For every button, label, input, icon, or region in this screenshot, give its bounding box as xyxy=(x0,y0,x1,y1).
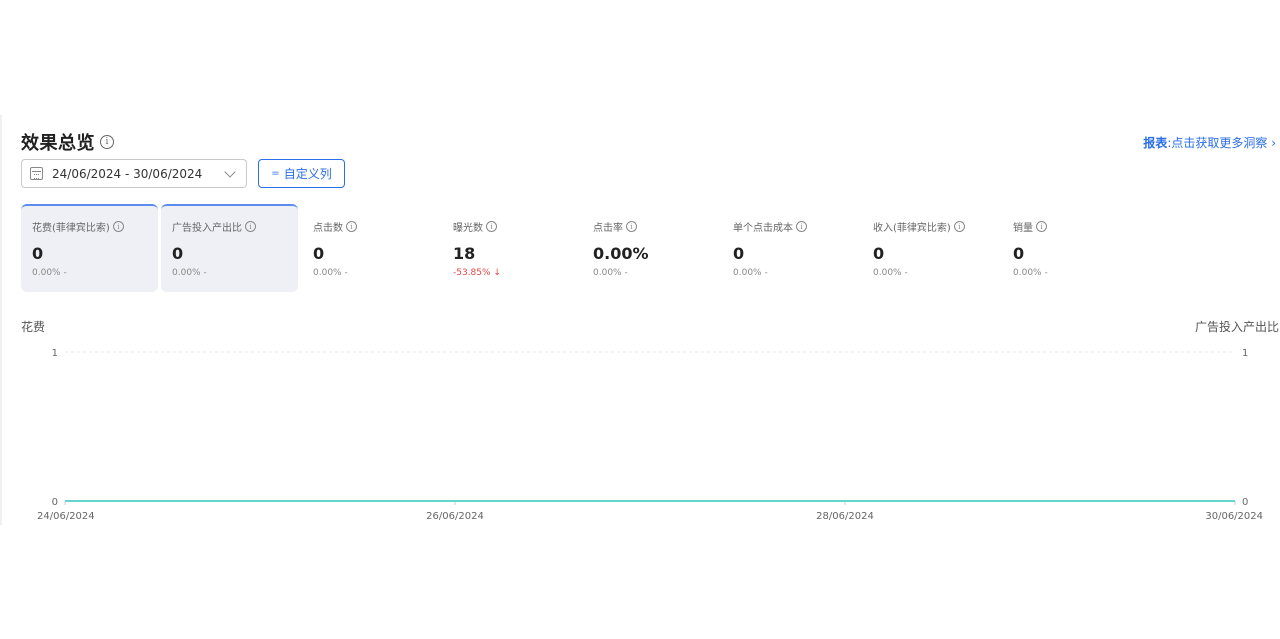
metric-card[interactable]: 点击率 i 0.00% 0.00% - xyxy=(582,204,719,292)
date-range-text: 24/06/2024 - 30/06/2024 xyxy=(52,166,203,181)
metric-card[interactable]: 广告投入产出比 i 0 0.00% - xyxy=(161,204,298,292)
report-link-text: :点击获取更多洞察 xyxy=(1167,136,1268,150)
metric-card[interactable]: 单个点击成本 i 0 0.00% - xyxy=(722,204,859,292)
y-right-tick-label: 0 xyxy=(1242,497,1248,508)
metric-value: 18 xyxy=(453,244,476,263)
metric-card[interactable]: 收入(菲律宾比索) i 0 0.00% - xyxy=(862,204,999,292)
metric-value: 0 xyxy=(32,244,44,263)
title-row: 效果总览 i xyxy=(21,129,114,155)
trend-chart: 花费 广告投入产出比 0 1 0 1 24/06/2024 26/06/2024 28/06/2… xyxy=(21,319,1279,522)
metric-value: 0.00% xyxy=(593,244,649,263)
info-icon[interactable]: i xyxy=(953,221,965,232)
metric-value: 0 xyxy=(1013,244,1025,263)
metric-card[interactable]: 点击数 i 0 0.00% - xyxy=(302,204,439,292)
date-range-picker[interactable]: 24/06/2024 - 30/06/2024 xyxy=(21,159,247,188)
metric-value: 0 xyxy=(172,244,184,263)
metric-label: 曝光数 i xyxy=(453,219,579,234)
info-icon[interactable]: i xyxy=(1036,221,1047,232)
info-icon[interactable]: i xyxy=(796,221,807,232)
metric-label: 花费(菲律宾比索) i xyxy=(32,219,158,234)
custom-columns-label: 自定义列 xyxy=(283,167,332,181)
custom-columns-button[interactable]: = 自定义列 xyxy=(258,159,345,188)
metric-change: 0.00% - xyxy=(873,268,908,278)
metric-value: 0 xyxy=(873,244,885,263)
list-icon: = xyxy=(271,168,280,179)
metric-value: 0 xyxy=(733,244,745,263)
metric-change: 0.00% - xyxy=(172,268,207,278)
left-axis-label: 花费 xyxy=(21,319,45,334)
metric-label: 点击数 i xyxy=(313,219,439,234)
metric-value: 0 xyxy=(313,244,325,263)
x-tick-label: 26/06/2024 xyxy=(426,511,484,522)
metric-label: 收入(菲律宾比索) i xyxy=(873,219,999,234)
metric-change: 0.00% - xyxy=(593,268,628,278)
y-right-tick-label: 1 xyxy=(1242,348,1248,359)
performance-overview-panel: 效果总览 i 报表:点击获取更多洞察 › 24/06/2024 - 30/06/… xyxy=(0,115,1280,525)
info-icon[interactable]: i xyxy=(100,135,114,149)
info-icon[interactable]: i xyxy=(486,221,497,232)
info-icon[interactable]: i xyxy=(346,221,357,232)
right-axis-label: 广告投入产出比 xyxy=(1195,319,1279,334)
page-title: 效果总览 xyxy=(21,133,95,154)
x-tick-label: 24/06/2024 xyxy=(37,511,95,522)
info-icon[interactable]: i xyxy=(112,221,124,232)
metric-card[interactable]: 花费(菲律宾比索) i 0 0.00% - xyxy=(21,204,158,292)
metric-label: 点击率 i xyxy=(593,219,719,234)
metric-label: 销量 i xyxy=(1013,219,1139,234)
metric-change: 0.00% - xyxy=(32,268,67,278)
metric-change: 0.00% - xyxy=(733,268,768,278)
report-link-bold: 报表 xyxy=(1143,136,1168,150)
metric-label: 单个点击成本 i xyxy=(733,219,859,234)
metric-label: 广告投入产出比 i xyxy=(172,219,298,234)
chevron-right-icon: › xyxy=(1271,136,1276,150)
metric-change: 0.00% - xyxy=(1013,268,1048,278)
metric-card[interactable]: 销量 i 0 0.00% - xyxy=(1002,204,1139,292)
metric-change: 0.00% - xyxy=(313,268,348,278)
report-insights-link[interactable]: 报表:点击获取更多洞察 › xyxy=(1143,134,1276,151)
y-left-tick-label: 0 xyxy=(52,497,58,508)
info-icon[interactable]: i xyxy=(245,221,256,232)
metric-card[interactable]: 曝光数 i 18 -53.85% ↓ xyxy=(442,204,579,292)
calendar-icon xyxy=(30,167,43,180)
chevron-down-icon xyxy=(224,166,236,178)
metric-change: -53.85% ↓ xyxy=(453,268,501,278)
y-left-tick-label: 1 xyxy=(52,348,58,359)
x-tick-label: 28/06/2024 xyxy=(816,511,874,522)
info-icon[interactable]: i xyxy=(626,221,637,232)
x-tick-label: 30/06/2024 xyxy=(1205,511,1263,522)
